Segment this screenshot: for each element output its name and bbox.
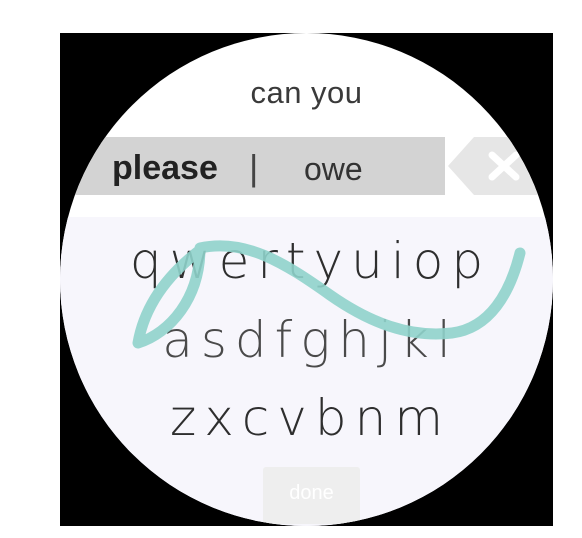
keyboard-row-2: a s d f g h j k l <box>60 312 553 368</box>
suggestion-bar: please | owe <box>60 137 445 195</box>
composed-text: can you <box>250 75 363 110</box>
key-y[interactable]: y <box>310 233 348 289</box>
key-i[interactable]: i <box>387 233 409 289</box>
round-display: can you please | owe q w e r t y u i o p <box>60 33 553 526</box>
key-o[interactable]: o <box>409 233 448 289</box>
key-w[interactable]: w <box>166 233 215 289</box>
key-v[interactable]: v <box>273 390 311 446</box>
backspace-x-icon <box>448 137 553 195</box>
suggestion-secondary[interactable]: owe <box>304 151 363 188</box>
key-u[interactable]: u <box>347 233 387 289</box>
key-d[interactable]: d <box>231 312 271 368</box>
key-p[interactable]: p <box>447 233 487 289</box>
key-k[interactable]: k <box>396 312 433 368</box>
key-x[interactable]: x <box>200 390 238 446</box>
key-q[interactable]: q <box>126 233 166 289</box>
keyboard-row-3: z x c v b n m <box>60 390 553 446</box>
key-j[interactable]: j <box>374 312 396 368</box>
key-t[interactable]: t <box>282 233 310 289</box>
delete-button[interactable] <box>448 137 553 195</box>
key-a[interactable]: a <box>158 312 197 368</box>
key-f[interactable]: f <box>271 312 297 368</box>
suggestion-primary[interactable]: please <box>112 149 218 188</box>
key-s[interactable]: s <box>197 312 231 368</box>
key-m[interactable]: m <box>390 390 447 446</box>
suggestion-divider: | <box>249 147 259 188</box>
key-r[interactable]: r <box>253 233 282 289</box>
keyboard-row-1: q w e r t y u i o p <box>60 233 553 289</box>
key-h[interactable]: h <box>334 312 374 368</box>
key-n[interactable]: n <box>351 390 391 446</box>
key-c[interactable]: c <box>238 390 274 446</box>
done-button[interactable]: done <box>263 467 360 524</box>
key-e[interactable]: e <box>215 233 254 289</box>
watch-screen: can you please | owe q w e r t y u i o p <box>60 33 553 526</box>
key-l[interactable]: l <box>433 312 455 368</box>
key-b[interactable]: b <box>311 390 351 446</box>
key-z[interactable]: z <box>166 390 200 446</box>
key-g[interactable]: g <box>296 312 334 368</box>
